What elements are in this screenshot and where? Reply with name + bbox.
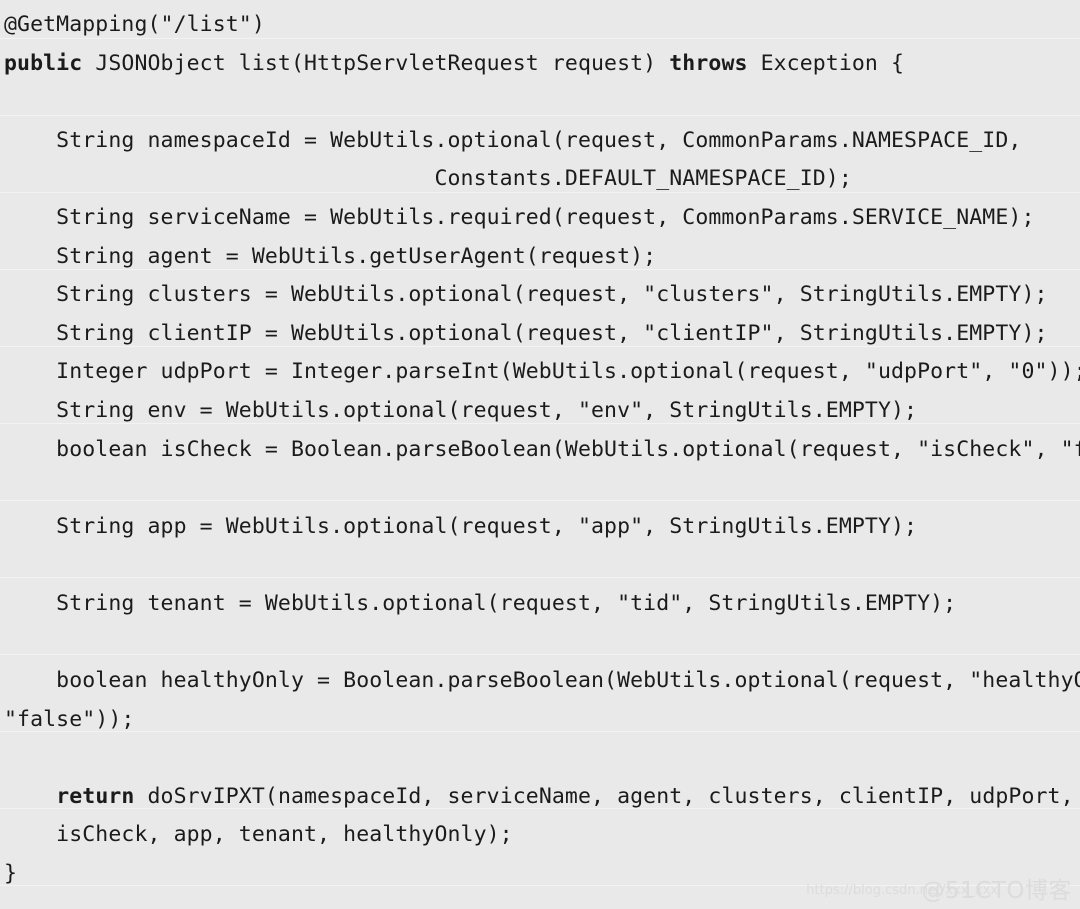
code-text: "false")); (4, 706, 135, 732)
code-line: String clusters = WebUtils.optional(requ… (4, 276, 1080, 315)
code-text: } (4, 861, 18, 887)
code-text: String tenant = WebUtils.optional(reques… (4, 590, 957, 616)
code-text: doSrvIPXT(namespaceId, serviceName, agen… (147, 783, 1080, 809)
code-line: return doSrvIPXT(namespaceId, serviceNam… (4, 778, 1080, 817)
code-line: String app = WebUtils.optional(request, … (4, 508, 1080, 547)
code-line: "false")); (4, 701, 1080, 740)
code-line: Integer udpPort = Integer.parseInt(WebUt… (4, 353, 1080, 392)
code-line: isCheck, app, tenant, healthyOnly); (4, 816, 1080, 855)
code-text: @GetMapping("/list") (4, 12, 265, 37)
code-line: String serviceName = WebUtils.required(r… (4, 199, 1080, 238)
code-text: String agent = WebUtils.getUserAgent(req… (4, 243, 657, 269)
code-keyword: public (4, 50, 96, 76)
code-lines-container: @GetMapping("/list") public JSONObject li… (0, 6, 1080, 894)
code-snippet-block: @GetMapping("/list") public JSONObject li… (0, 0, 1080, 909)
code-text: String clientIP = WebUtils.optional(requ… (4, 320, 1048, 346)
code-text: boolean healthyOnly = Boolean.parseBoole… (4, 668, 1080, 694)
code-text: Integer udpPort = Integer.parseInt(WebUt… (4, 359, 1080, 385)
code-text: Constants.DEFAULT_NAMESPACE_ID); (4, 166, 852, 192)
code-keyword: return (56, 783, 148, 809)
code-line: String clientIP = WebUtils.optional(requ… (4, 315, 1080, 354)
code-text: String clusters = WebUtils.optional(requ… (4, 282, 1048, 308)
code-line: boolean isCheck = Boolean.parseBoolean(W… (4, 431, 1080, 470)
code-line: @GetMapping("/list") (4, 6, 1080, 45)
code-line: String env = WebUtils.optional(request, … (4, 392, 1080, 431)
code-line: boolean healthyOnly = Boolean.parseBoole… (4, 662, 1080, 701)
code-line: public JSONObject list(HttpServletReques… (4, 45, 1080, 84)
code-text: String namespaceId = WebUtils.optional(r… (4, 127, 1022, 153)
code-text: isCheck, app, tenant, healthyOnly); (4, 822, 513, 848)
code-text: Exception { (760, 50, 905, 76)
code-line: String agent = WebUtils.getUserAgent(req… (4, 238, 1080, 277)
code-text: boolean isCheck = Boolean.parseBoolean(W… (4, 436, 1080, 462)
code-line: String tenant = WebUtils.optional(reques… (4, 585, 1080, 624)
code-text: JSONObject list(HttpServletRequest reque… (95, 50, 670, 76)
code-text: String app = WebUtils.optional(request, … (4, 513, 918, 539)
code-text: String serviceName = WebUtils.required(r… (4, 204, 1035, 230)
code-line: Constants.DEFAULT_NAMESPACE_ID); (4, 160, 1080, 199)
code-line: } (4, 855, 1080, 894)
code-text: String env = WebUtils.optional(request, … (4, 397, 918, 423)
code-line: String namespaceId = WebUtils.optional(r… (4, 122, 1080, 161)
code-keyword: throws (669, 50, 761, 76)
